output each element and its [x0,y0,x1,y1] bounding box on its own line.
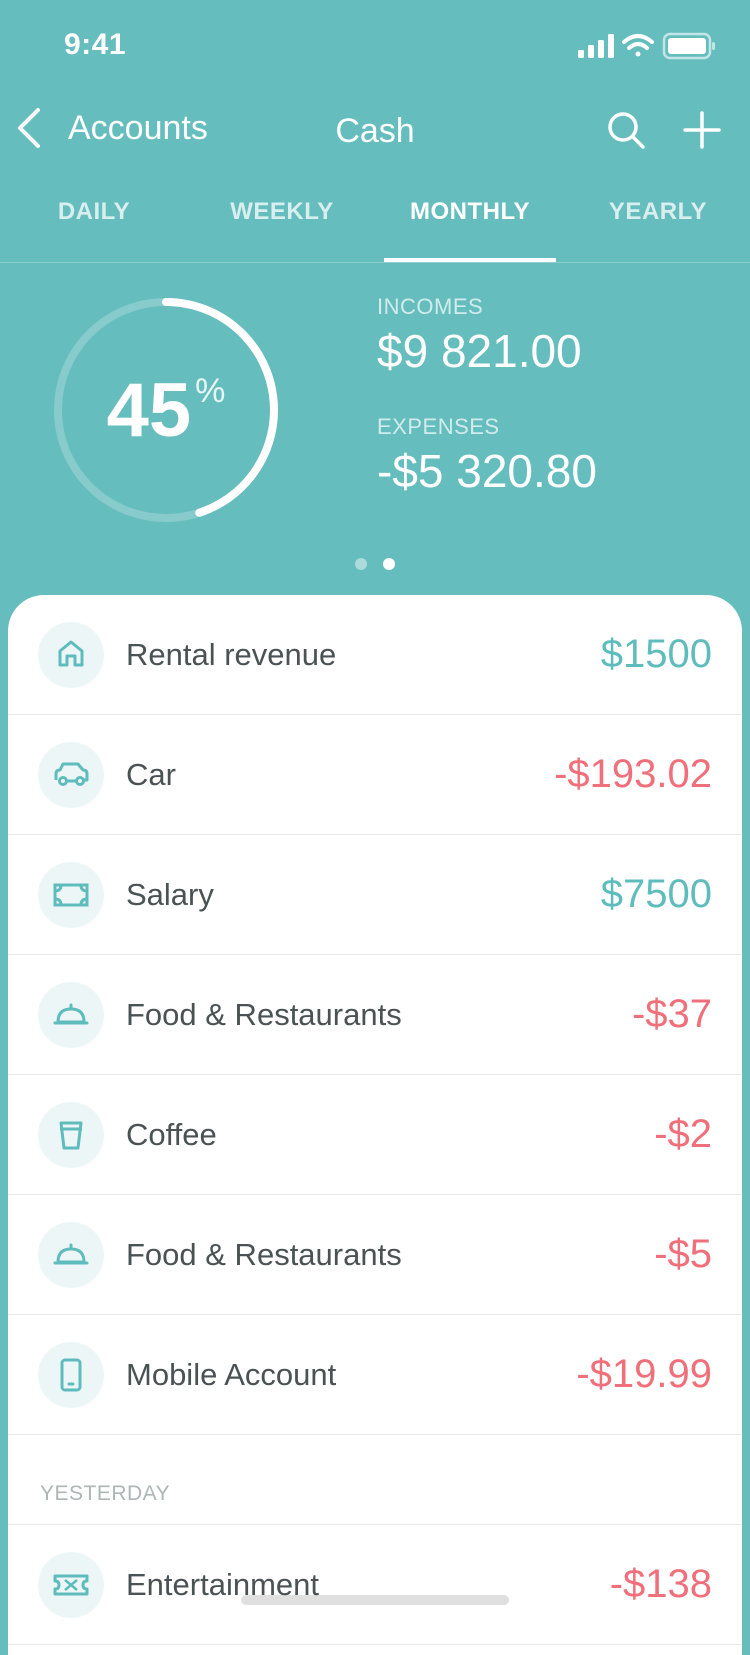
page-dot-1[interactable] [355,558,367,570]
transaction-label: Salary [126,876,214,912]
transaction-row[interactable]: Car -$193.02 [8,715,742,835]
transaction-row[interactable]: Coffee -$2 [8,1075,742,1195]
cloche-icon [53,1243,89,1264]
tab-weekly[interactable]: WEEKLY [188,190,376,262]
transaction-row[interactable]: Food & Restaurants -$37 [8,955,742,1075]
section-header-yesterday: YESTERDAY [8,1435,742,1525]
home-indicator [241,1595,509,1605]
transaction-amount: -$37 [631,992,712,1036]
banknote-icon [53,883,89,906]
expenses-label: EXPENSES [377,414,500,439]
period-tabs: DAILY WEEKLY MONTHLY YEARLY [0,190,750,263]
status-bar: 9:41 [0,0,750,92]
transaction-amount: -$19.99 [576,1352,712,1396]
progress-percent: 45 [106,367,192,453]
transaction-amount: -$138 [609,1562,712,1606]
summary-panel: 45 % INCOMES $9 821.00 EXPENSES -$5 320.… [0,262,750,582]
phone-icon [60,1358,82,1391]
transaction-row[interactable]: Mobile Account -$19.99 [8,1315,742,1435]
transaction-row[interactable]: Entertainment -$138 [8,1525,742,1645]
category-icon-badge [38,861,104,928]
nav-bar: Accounts Cash [0,92,750,172]
cloche-icon [53,1003,89,1024]
ticket-icon [53,1574,89,1595]
expenses-value: -$5 320.80 [377,445,597,497]
category-icon-badge [38,981,104,1048]
transactions-card: Rental revenue $1500 Car -$193.02 Salary $750… [8,595,742,1655]
transaction-amount: -$2 [654,1112,712,1156]
transaction-label: Rental revenue [126,636,337,672]
house-icon [58,640,84,666]
category-icon-badge [38,1551,104,1618]
transaction-label: Food & Restaurants [126,1236,402,1272]
coffee-cup-icon [59,1121,83,1149]
yesterday-transactions: Entertainment -$138 [8,1525,742,1645]
transaction-label: Mobile Account [126,1356,337,1392]
tab-monthly[interactable]: MONTHLY [376,190,564,262]
transaction-amount: -$5 [654,1232,712,1276]
transaction-row[interactable]: Food & Restaurants -$5 [8,1195,742,1315]
transaction-row[interactable]: Salary $7500 [8,835,742,955]
progress-readout: 45 % [46,290,286,530]
category-icon-badge [38,621,104,688]
tab-daily[interactable]: DAILY [0,190,188,262]
category-icon-badge [38,1341,104,1408]
wifi-icon [622,34,654,57]
transaction-amount: $7500 [600,872,712,916]
incomes-label: INCOMES [377,294,484,319]
transaction-amount: -$193.02 [554,752,712,796]
page-indicator[interactable] [0,558,750,570]
percent-sign: % [195,372,226,410]
search-icon[interactable] [606,110,646,150]
page-dot-2[interactable] [383,558,395,570]
nav-actions [606,110,722,150]
today-transactions: Rental revenue $1500 Car -$193.02 Salary $750… [8,595,742,1435]
add-icon[interactable] [682,110,722,150]
category-icon-badge [38,741,104,808]
battery-icon [662,32,715,60]
category-icon-badge [38,1101,104,1168]
incomes-value: $9 821.00 [377,325,582,377]
cellular-signal-icon [578,34,614,58]
transaction-amount: $1500 [600,632,712,676]
status-icons [578,32,715,60]
category-icon-badge [38,1221,104,1288]
transaction-label: Coffee [126,1116,217,1152]
transaction-label: Food & Restaurants [126,996,402,1032]
transaction-label: Car [126,756,176,792]
transaction-row[interactable]: Rental revenue $1500 [8,595,742,715]
tab-yearly[interactable]: YEARLY [564,190,750,262]
status-time: 9:41 [64,28,127,61]
car-icon [54,762,89,786]
